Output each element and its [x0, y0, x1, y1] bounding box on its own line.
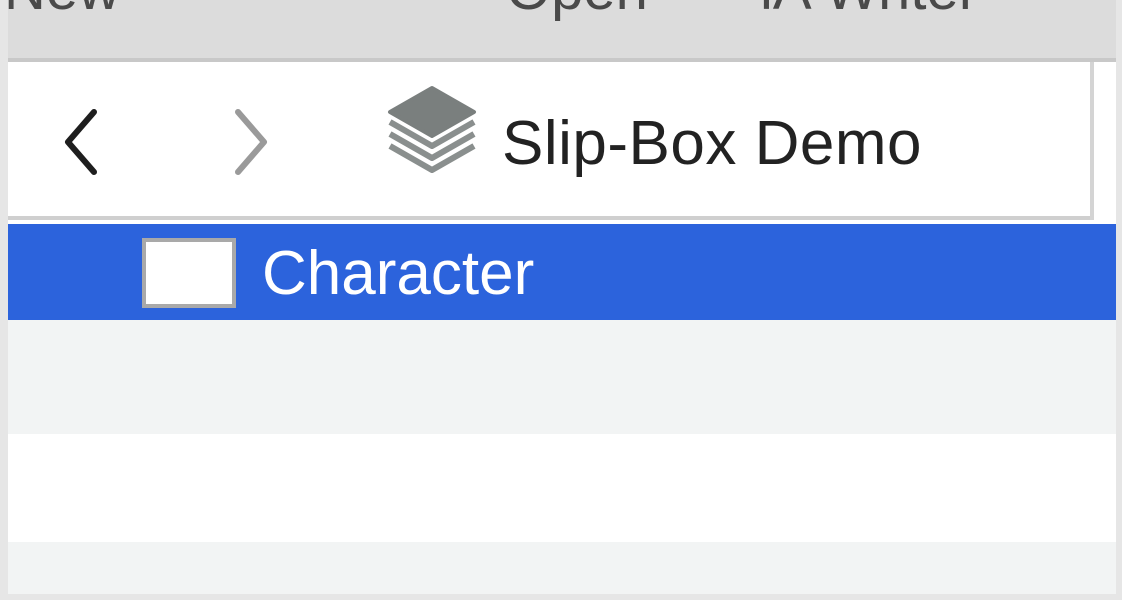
empty-row	[8, 434, 1116, 542]
layers-stack-icon	[384, 84, 480, 184]
document-icon	[142, 238, 236, 308]
empty-row	[8, 320, 1116, 434]
chevron-right-icon	[235, 109, 267, 175]
toolbar-app-name: iA Writer	[760, 0, 978, 23]
list-item-label: Character	[262, 239, 535, 308]
window-toolbar: New Open iA Writer	[8, 0, 1116, 62]
toolbar-new-button[interactable]: New	[8, 0, 120, 23]
library-nav-header: Slip-Box Demo	[8, 62, 1090, 220]
chevron-left-icon	[65, 109, 97, 175]
back-button[interactable]	[52, 102, 112, 182]
empty-row	[8, 542, 1116, 594]
list-item[interactable]: Character	[8, 224, 1116, 320]
library-title: Slip-Box Demo	[502, 109, 922, 178]
app-window: New Open iA Writer Slip-Box Demo Cha	[8, 0, 1116, 594]
pane-divider[interactable]	[1090, 62, 1094, 220]
toolbar-open-button[interactable]: Open	[506, 0, 648, 23]
forward-button[interactable]	[220, 102, 280, 182]
